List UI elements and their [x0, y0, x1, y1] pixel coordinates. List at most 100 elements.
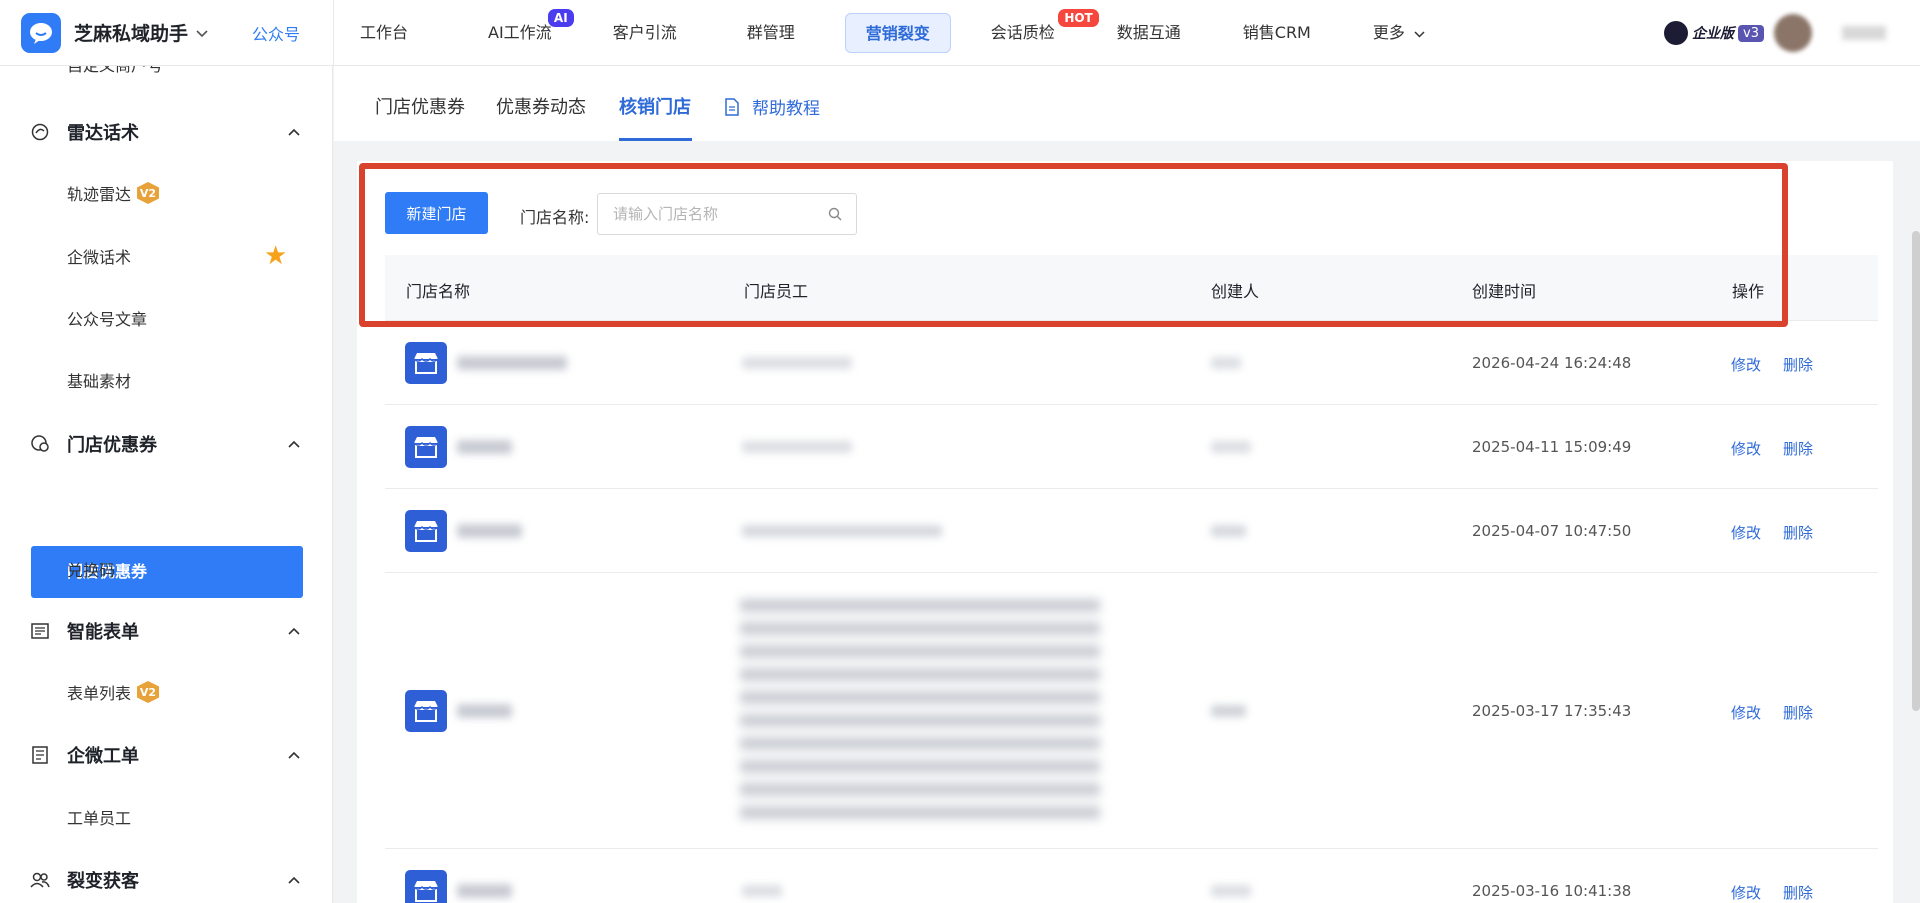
blurred-creator [1211, 705, 1246, 717]
main-nav: 工作台 AI工作流 AI 客户引流 群管理 营销裂变 会话质检 HOT 数据互通 销… [340, 0, 1486, 66]
avatar[interactable] [1774, 14, 1812, 52]
search-label: 门店名称: [520, 208, 590, 227]
tab-coupon-activity[interactable]: 优惠券动态 [496, 93, 586, 119]
blurred-store-name [457, 884, 512, 898]
sidebar: 自定义商户号 雷达话术 轨迹雷达V2 企微话术 ★ 公众号文章 基础素材 门店优… [0, 66, 333, 903]
search-icon[interactable] [828, 207, 842, 221]
form-icon [30, 621, 50, 641]
ai-badge: AI [547, 9, 574, 27]
sidebar-group-wecom-tickets[interactable]: 企微工单 [30, 740, 300, 770]
user-name-blurred[interactable] [1842, 26, 1886, 40]
blurred-staff [742, 357, 852, 369]
help-link[interactable]: 帮助教程 [724, 94, 820, 119]
search-input[interactable] [613, 194, 813, 234]
edit-link[interactable]: 修改 [1731, 882, 1761, 903]
coupon-icon [30, 434, 50, 454]
nav-item-sales-crm[interactable]: 销售CRM [1223, 13, 1331, 53]
nav-item-data-sync[interactable]: 数据互通 [1097, 13, 1201, 53]
brand-name[interactable]: 芝麻私域助手 [74, 19, 188, 46]
chevron-down-icon [1414, 31, 1425, 38]
star-icon[interactable]: ★ [264, 243, 290, 269]
sidebar-item-form-list[interactable]: 表单列表 V2 [67, 680, 160, 704]
new-store-button[interactable]: 新建门店 [385, 192, 488, 234]
nav-item-customer-acquisition[interactable]: 客户引流 [593, 13, 697, 53]
store-icon [405, 870, 447, 903]
column-actions: 操作 [1732, 282, 1765, 301]
nav-item-session-quality[interactable]: 会话质检 HOT [971, 9, 1099, 53]
edit-link[interactable]: 修改 [1731, 702, 1761, 723]
column-creator: 创建人 [1211, 282, 1260, 301]
delete-link[interactable]: 删除 [1783, 438, 1813, 459]
sidebar-item-custom-merchant[interactable]: 自定义商户号 [67, 66, 163, 76]
blurred-creator [1211, 441, 1251, 453]
delete-link[interactable]: 删除 [1783, 882, 1813, 903]
brand: 芝麻私域助手 公众号 [0, 0, 333, 66]
sidebar-group-smart-forms[interactable]: 智能表单 [30, 616, 300, 646]
sidebar-group-store-coupons[interactable]: 门店优惠券 [30, 429, 300, 459]
official-account-link[interactable]: 公众号 [252, 21, 300, 45]
created-time: 2025-04-07 10:47:50 [1472, 522, 1632, 540]
blurred-staff [742, 441, 852, 453]
chevron-up-icon [288, 125, 300, 140]
delete-link[interactable]: 删除 [1783, 522, 1813, 543]
sidebar-item-materials[interactable]: 基础素材 [67, 368, 131, 392]
radar-icon [30, 122, 50, 142]
nav-item-workbench[interactable]: 工作台 [340, 13, 428, 53]
edit-link[interactable]: 修改 [1731, 438, 1761, 459]
chevron-up-icon [288, 873, 300, 888]
v2-badge: V2 [137, 681, 160, 703]
column-store-staff: 门店员工 [744, 282, 809, 301]
nav-item-group-management[interactable]: 群管理 [727, 13, 815, 53]
sidebar-item-articles[interactable]: 公众号文章 [67, 306, 147, 330]
help-link-label: 帮助教程 [752, 99, 820, 119]
store-icon [405, 510, 447, 552]
tab-verify-stores[interactable]: 核销门店 [619, 93, 691, 119]
divider [333, 0, 334, 66]
brand-logo-icon[interactable] [21, 12, 61, 53]
search-box [597, 193, 857, 235]
chevron-up-icon [288, 624, 300, 639]
edit-link[interactable]: 修改 [1731, 354, 1761, 375]
created-time: 2025-03-16 10:41:38 [1472, 882, 1632, 900]
sidebar-group-fission[interactable]: 裂变获客 [30, 865, 300, 895]
table-row: 2026-04-24 16:24:48 修改 删除 [385, 321, 1878, 405]
sidebar-item-wecom-scripts[interactable]: 企微话术 [67, 244, 131, 268]
tab-store-coupons[interactable]: 门店优惠券 [375, 93, 465, 119]
delete-link[interactable]: 删除 [1783, 354, 1813, 375]
blurred-creator [1211, 525, 1246, 537]
tabs-bar: 门店优惠券 优惠券动态 核销门店 帮助教程 [334, 66, 1920, 141]
column-store-name: 门店名称 [406, 282, 471, 301]
blurred-store-name [457, 440, 512, 454]
chevron-up-icon [288, 437, 300, 452]
edition-badge[interactable]: 企业版 v3 [1664, 20, 1764, 46]
hot-badge: HOT [1058, 9, 1099, 27]
sidebar-item-track-radar[interactable]: 轨迹雷达 V2 [67, 181, 160, 205]
sidebar-item-ticket-staff[interactable]: 工单员工 [67, 805, 131, 829]
created-time: 2025-03-17 17:35:43 [1472, 702, 1632, 720]
blurred-staff [742, 525, 942, 537]
sidebar-group-radar[interactable]: 雷达话术 [30, 117, 300, 147]
delete-link[interactable]: 删除 [1783, 702, 1813, 723]
blurred-staff-list [740, 599, 1100, 819]
scrollbar[interactable] [1912, 231, 1920, 711]
edit-link[interactable]: 修改 [1731, 522, 1761, 543]
top-bar: 芝麻私域助手 公众号 工作台 AI工作流 AI 客户引流 群管理 营销裂变 会话质… [0, 0, 1920, 66]
created-time: 2026-04-24 16:24:48 [1472, 354, 1632, 372]
store-icon [405, 690, 447, 732]
table-row: 2025-03-17 17:35:43 修改 删除 [385, 573, 1878, 849]
blurred-creator [1211, 357, 1241, 369]
users-icon [30, 870, 50, 890]
document-icon [724, 97, 752, 116]
ticket-icon [30, 745, 50, 765]
nav-item-more[interactable]: 更多 [1353, 13, 1445, 53]
sidebar-item-redeem-code[interactable]: 兑换码 [67, 557, 115, 581]
nav-item-ai-workflow[interactable]: AI工作流 AI [468, 9, 574, 53]
chevron-up-icon [288, 748, 300, 763]
chevron-down-icon[interactable] [196, 23, 208, 42]
table-row: 2025-03-16 10:41:38 修改 删除 [385, 849, 1878, 903]
created-time: 2025-04-11 15:09:49 [1472, 438, 1632, 456]
column-created-at: 创建时间 [1472, 282, 1537, 301]
nav-item-marketing-fission[interactable]: 营销裂变 [844, 13, 951, 53]
top-right-area: 企业版 v3 [1664, 0, 1920, 66]
table-row: 2025-04-11 15:09:49 修改 删除 [385, 405, 1878, 489]
